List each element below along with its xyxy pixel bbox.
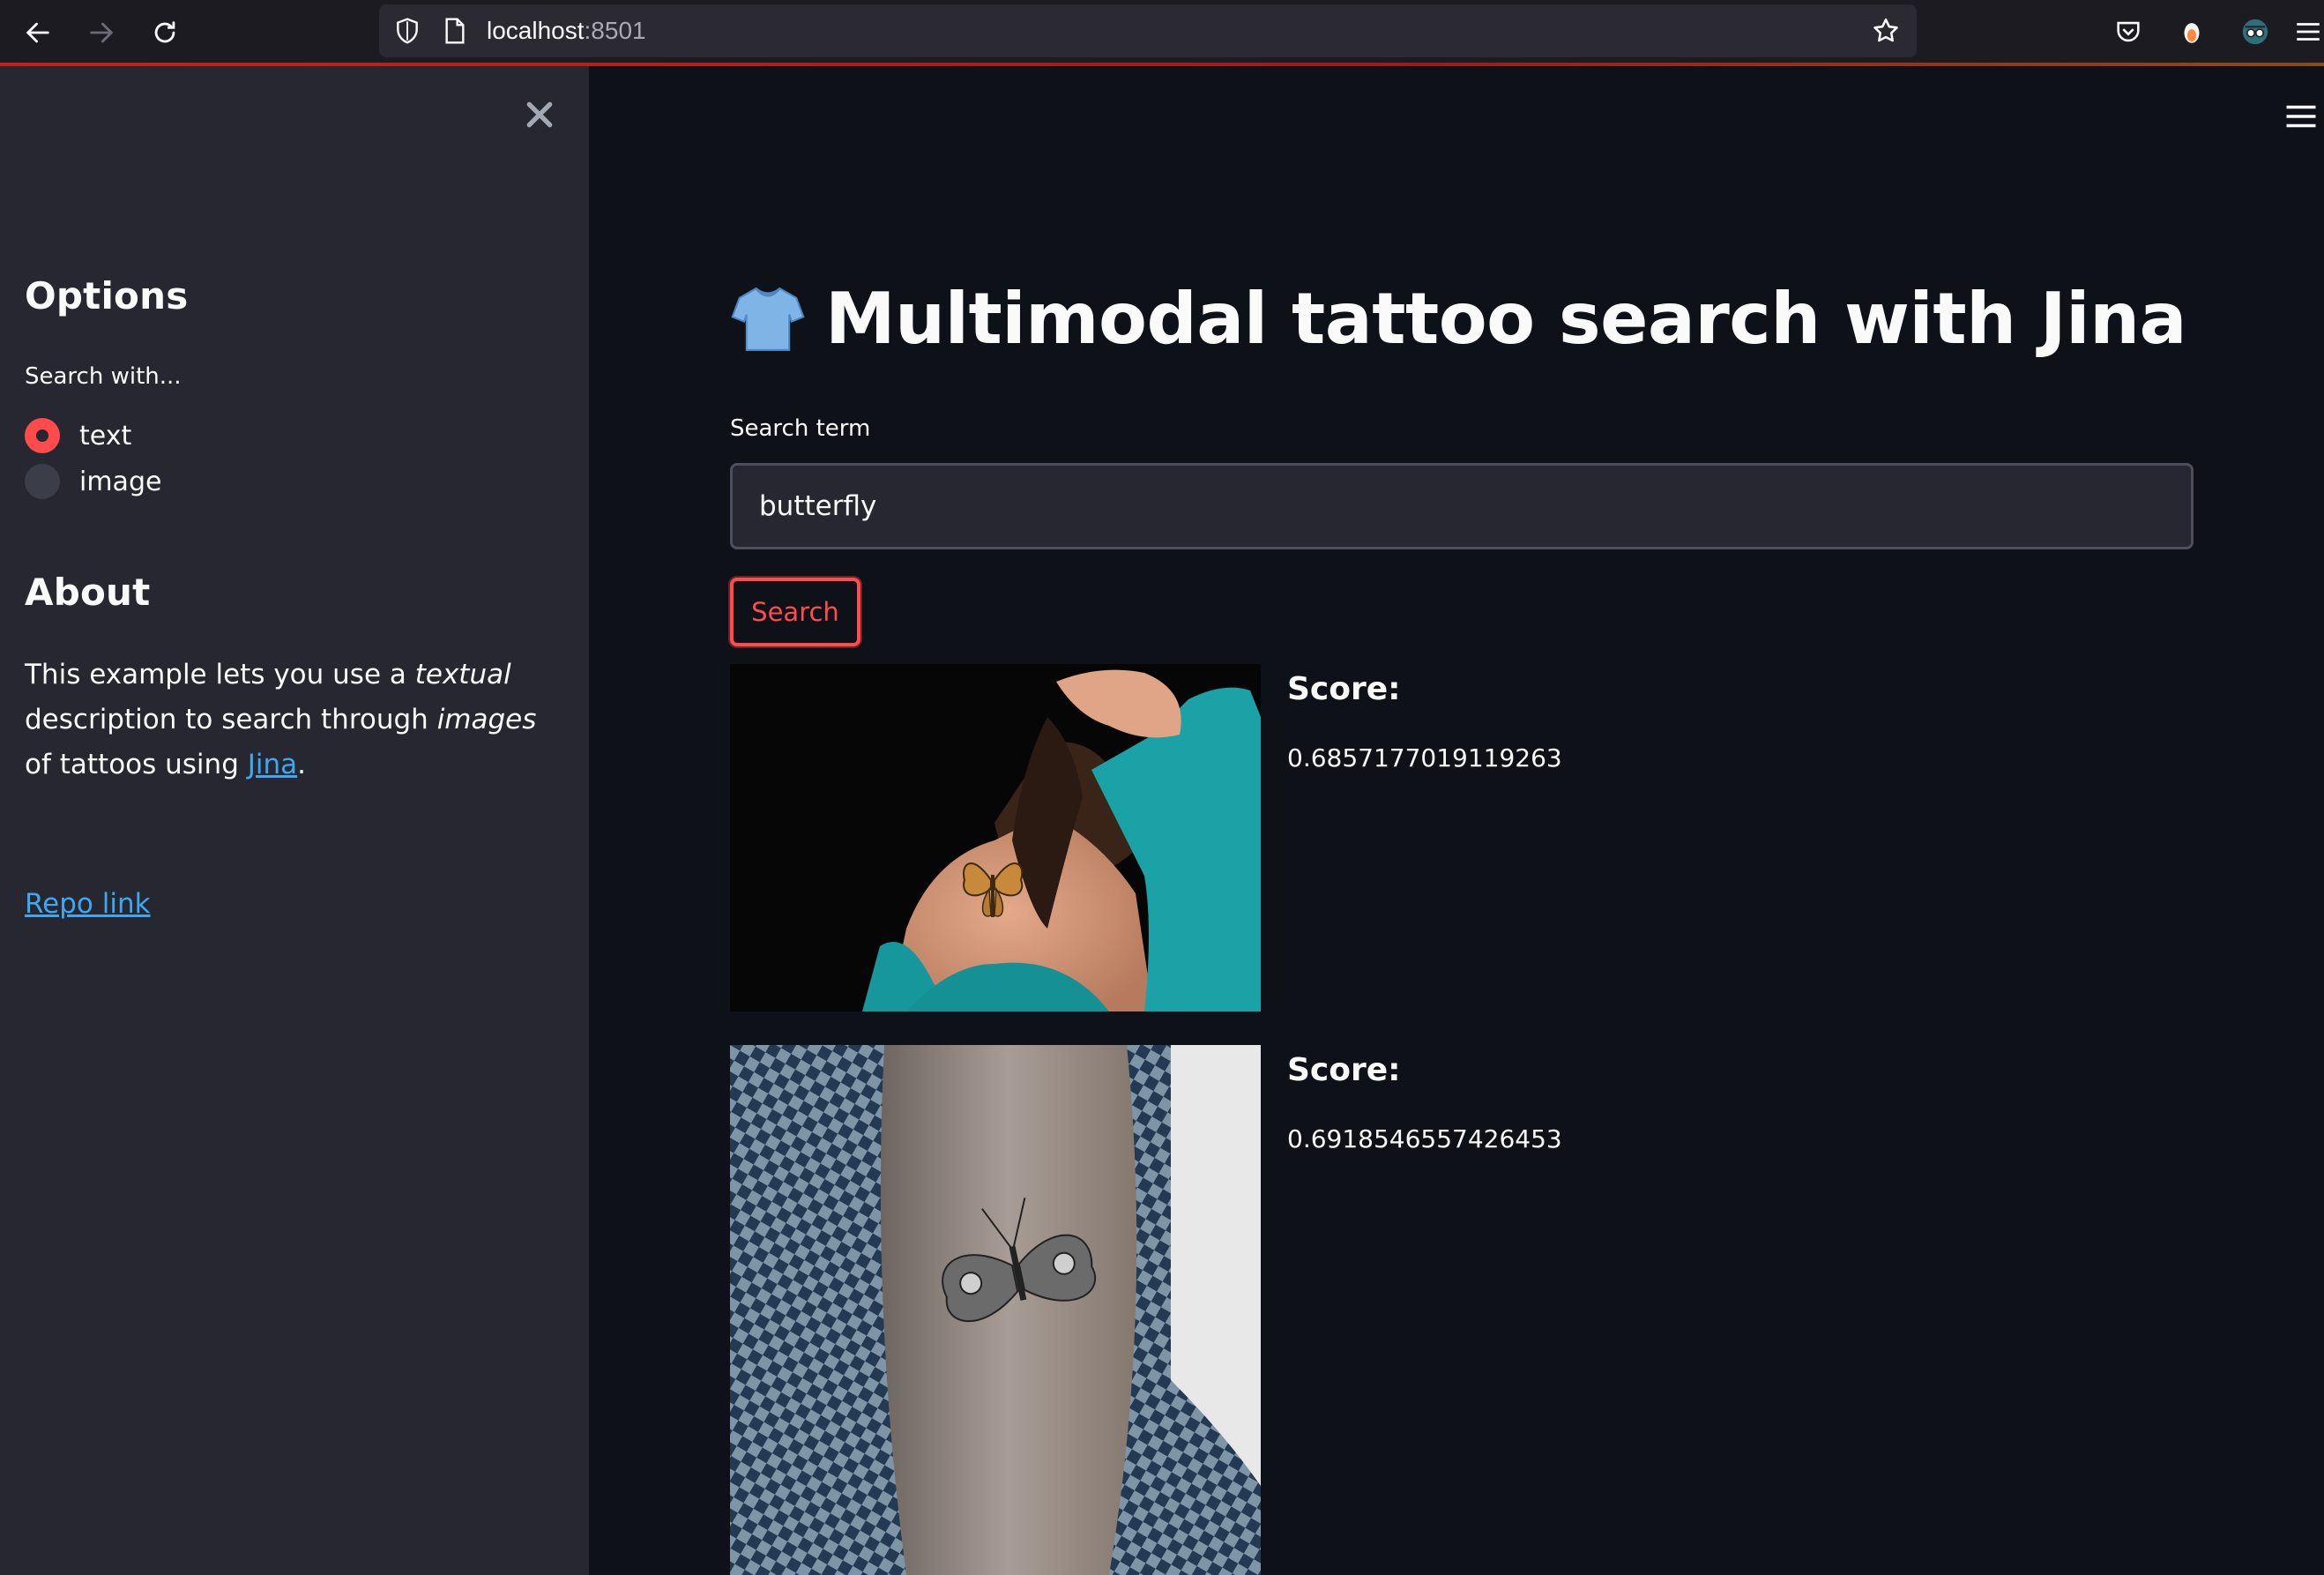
page-icon xyxy=(445,18,465,44)
about-text-part: of tattoos using xyxy=(25,749,248,780)
forward-arrow-icon xyxy=(90,22,114,43)
radio-label: text xyxy=(79,420,132,452)
result-item: Score: 0.6918546557426453 xyxy=(730,1045,2229,1575)
score-label: Score: xyxy=(1287,1052,1401,1088)
app-menu-icon[interactable] xyxy=(2292,12,2324,51)
result-item: Score: 0.6857177019119263 xyxy=(730,664,2229,1017)
search-term-label: Search term xyxy=(730,415,871,442)
back-button[interactable] xyxy=(18,12,58,53)
page-title: Multimodal tattoo search with Jina xyxy=(825,278,2187,360)
bookmark-star-icon[interactable] xyxy=(1871,16,1901,46)
radio-option-text[interactable]: text xyxy=(25,418,131,453)
radio-button[interactable] xyxy=(25,464,60,499)
radio-option-image[interactable]: image xyxy=(25,464,161,499)
forward-button[interactable] xyxy=(81,12,122,53)
hamburger-menu-icon[interactable] xyxy=(2285,103,2317,130)
reload-icon xyxy=(154,21,175,43)
about-heading: About xyxy=(25,571,151,614)
score-label: Score: xyxy=(1287,671,1401,707)
score-value: 0.6918546557426453 xyxy=(1287,1124,1562,1153)
about-emphasis: images xyxy=(436,704,537,735)
url-host: localhost xyxy=(487,17,585,44)
search-button[interactable]: Search xyxy=(730,578,860,646)
url-port: :8501 xyxy=(584,17,646,44)
result-image-forearm-butterfly-tattoo xyxy=(730,1045,1261,1575)
reload-button[interactable] xyxy=(145,12,185,53)
score-value: 0.6857177019119263 xyxy=(1287,743,1562,773)
repo-link[interactable]: Repo link xyxy=(25,888,151,920)
jina-link[interactable]: Jina xyxy=(248,749,297,780)
account-avatar-icon[interactable] xyxy=(2236,12,2275,51)
shield-icon[interactable] xyxy=(393,17,421,45)
main-content: Multimodal tattoo search with Jina Searc… xyxy=(589,66,2324,1575)
address-bar[interactable]: localhost:8501 xyxy=(379,4,1917,57)
back-arrow-icon xyxy=(26,22,49,43)
radio-label: image xyxy=(79,466,162,497)
about-emphasis: textual xyxy=(414,659,511,690)
url-text[interactable]: localhost:8501 xyxy=(487,17,646,45)
about-text-part: description to search through xyxy=(25,704,437,735)
sidebar: Options Search with... text image About … xyxy=(0,66,589,1575)
title-row: Multimodal tattoo search with Jina xyxy=(730,278,2187,360)
search-with-label: Search with... xyxy=(25,363,182,390)
browser-toolbar: localhost:8501 xyxy=(0,0,2324,66)
result-image-woman-back-butterfly-tattoo xyxy=(730,664,1261,1011)
about-text-part: This example lets you use a xyxy=(25,659,415,690)
close-sidebar-icon[interactable] xyxy=(522,97,557,132)
extension-icon[interactable] xyxy=(2172,12,2211,51)
search-input[interactable] xyxy=(730,463,2194,549)
t-shirt-icon xyxy=(731,287,805,351)
about-description: This example lets you use a textual desc… xyxy=(25,653,545,788)
about-text-part: . xyxy=(297,749,306,780)
options-heading: Options xyxy=(25,274,189,317)
radio-button-checked[interactable] xyxy=(25,418,60,453)
pocket-icon[interactable] xyxy=(2109,12,2148,51)
